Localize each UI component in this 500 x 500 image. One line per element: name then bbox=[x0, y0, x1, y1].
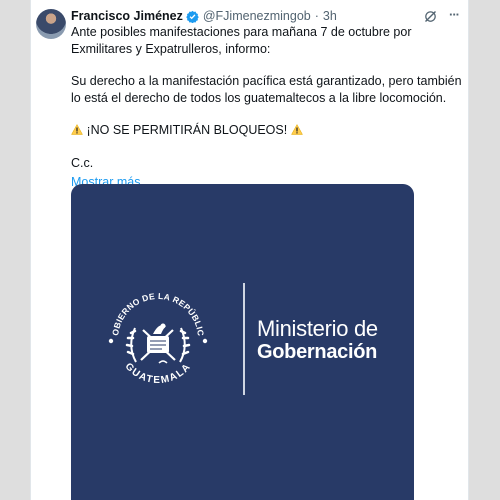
grok-icon[interactable] bbox=[423, 9, 438, 24]
author-name[interactable]: Francisco Jiménez bbox=[71, 9, 183, 23]
seal-top-text: GOBIERNO DE LA REPÚBLICA bbox=[103, 284, 206, 337]
ministry-name-line1: Ministerio de bbox=[257, 316, 378, 341]
alert-text: ¡NO SE PERMITIRÁN BLOQUEOS! bbox=[86, 123, 288, 137]
tweet-paragraph-2: Su derecho a la manifestación pacífica e… bbox=[71, 74, 462, 105]
warning-icon bbox=[290, 124, 303, 135]
tweet-paragraph-1: Ante posibles manifestaciones para mañan… bbox=[71, 25, 412, 56]
seal-bottom-text: GUATEMALA bbox=[123, 361, 192, 386]
tweet-alert-line: ¡NO SE PERMITIRÁN BLOQUEOS! bbox=[71, 122, 466, 139]
svg-text:GUATEMALA: GUATEMALA bbox=[123, 361, 194, 386]
guatemala-seal-logo: GOBIERNO DE LA REPÚBLICA GUATEMALA bbox=[103, 284, 208, 386]
tweet-media-image[interactable]: GOBIERNO DE LA REPÚBLICA GUATEMALA Minis… bbox=[71, 184, 414, 500]
svg-text:GOBIERNO DE LA REPÚBLICA: GOBIERNO DE LA REPÚBLICA bbox=[103, 284, 206, 337]
logo-divider bbox=[243, 283, 245, 395]
tweet-card[interactable]: Francisco Jiménez @FJimenezmingob · 3h ·… bbox=[30, 0, 469, 500]
tweet-time[interactable]: 3h bbox=[323, 9, 337, 23]
cc-line: C.c. bbox=[71, 155, 94, 170]
author-avatar[interactable] bbox=[36, 9, 66, 39]
warning-icon bbox=[71, 124, 83, 135]
author-handle[interactable]: @FJimenezmingob bbox=[203, 9, 311, 23]
tweet-header: Francisco Jiménez @FJimenezmingob · 3h bbox=[71, 9, 337, 23]
tweet-body: Ante posibles manifestaciones para mañan… bbox=[71, 24, 466, 207]
more-options-icon[interactable]: ··· bbox=[449, 8, 464, 24]
ministry-name-line2: Gobernación bbox=[257, 341, 378, 363]
header-separator: · bbox=[314, 9, 319, 23]
verified-badge-icon bbox=[186, 10, 199, 23]
